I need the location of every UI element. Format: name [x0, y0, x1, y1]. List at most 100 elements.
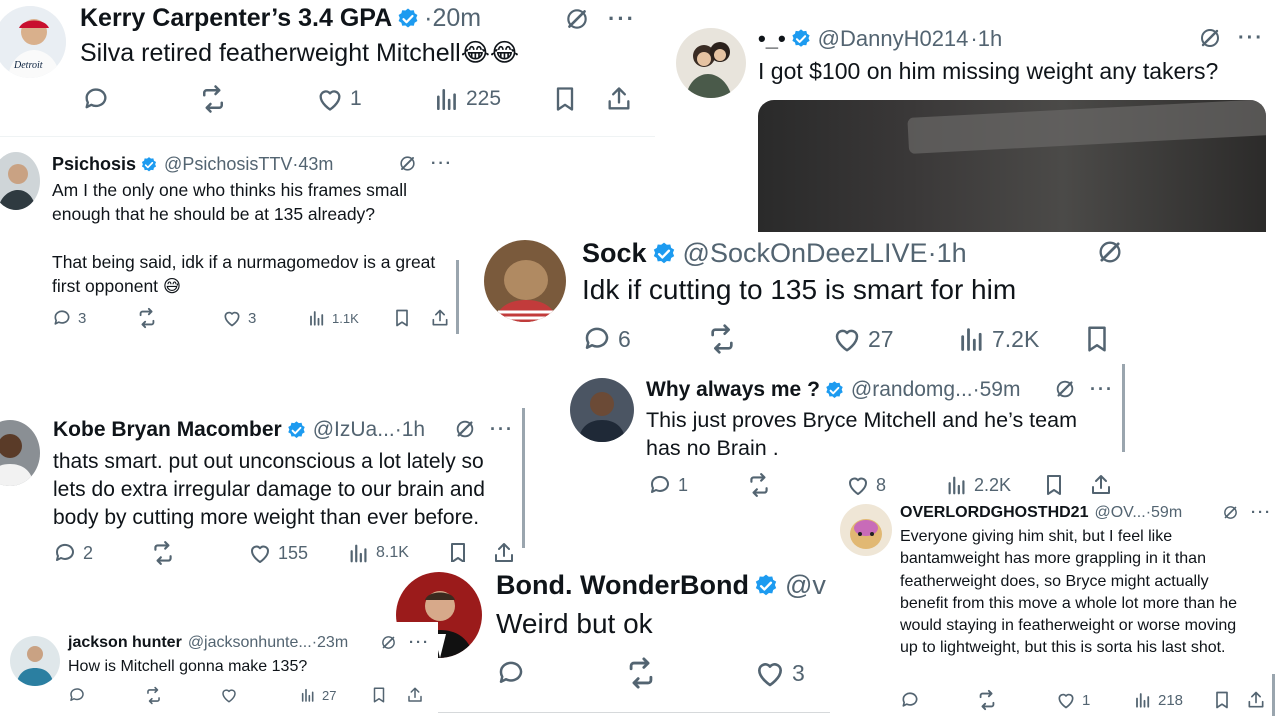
more-icon[interactable]: ··· [1090, 379, 1114, 400]
author-name[interactable]: Bond. WonderBond [496, 570, 749, 601]
more-icon[interactable]: ··· [490, 419, 514, 440]
more-icon[interactable]: ··· [608, 6, 636, 32]
like-button[interactable]: 27 [832, 324, 894, 354]
retweet-button[interactable] [198, 84, 228, 114]
grok-icon[interactable] [380, 634, 397, 651]
views-button[interactable]: 218 [1134, 691, 1183, 709]
views-button[interactable]: 8.1K [348, 542, 409, 564]
avatar[interactable] [570, 378, 634, 442]
grok-icon[interactable] [1198, 26, 1222, 50]
author-name[interactable]: Psichosis [52, 154, 136, 175]
tweet-bond[interactable]: Bond. WonderBond @v Weird but ok 3 [394, 562, 830, 714]
avatar[interactable] [0, 152, 40, 210]
scrollbar[interactable] [456, 260, 459, 334]
bookmark-button[interactable] [392, 308, 412, 328]
reply-button[interactable] [496, 658, 526, 688]
avatar[interactable] [10, 636, 60, 686]
views-button[interactable]: 1.1K [308, 309, 359, 327]
bookmark-button[interactable] [1042, 473, 1066, 497]
tweet-time[interactable]: ·59m [1146, 504, 1182, 522]
tweet-kerry[interactable]: Detroit Kerry Carpenter’s 3.4 GPA ·20m ·… [0, 0, 655, 136]
grok-icon[interactable] [398, 154, 417, 173]
retweet-button[interactable] [144, 686, 163, 705]
retweet-button[interactable] [136, 307, 158, 329]
tweet-time[interactable]: ·1h [970, 26, 1002, 52]
author-handle[interactable]: @OV... [1094, 504, 1145, 522]
share-button[interactable] [605, 85, 633, 113]
more-icon[interactable]: ··· [431, 155, 453, 173]
tweet-sock[interactable]: Sock @SockOnDeezLIVE ·1h Idk if cutting … [478, 232, 1150, 378]
scrollbar[interactable] [522, 408, 525, 548]
tweet-jackson[interactable]: jackson hunter @jacksonhunte... ·23m ···… [0, 622, 438, 720]
bookmark-button[interactable] [1082, 324, 1112, 354]
author-name[interactable]: •_• [758, 26, 786, 52]
views-button[interactable]: 7.2K [958, 325, 1039, 353]
tweet-time[interactable]: ·23m [312, 634, 348, 652]
author-handle[interactable]: @v [785, 570, 826, 601]
author-handle[interactable]: @jacksonhunte... [188, 634, 312, 652]
author-name[interactable]: Kerry Carpenter’s 3.4 GPA [80, 4, 392, 33]
views-button[interactable]: 27 [300, 687, 336, 703]
share-button[interactable] [430, 308, 450, 328]
author-name[interactable]: jackson hunter [68, 634, 182, 652]
like-button[interactable]: 155 [248, 541, 308, 565]
avatar[interactable] [676, 28, 746, 98]
author-name[interactable]: OVERLORDGHOSTHD21 [900, 504, 1088, 522]
tweet-overlord[interactable]: OVERLORDGHOSTHD21 @OV... ·59m ··· Everyo… [832, 496, 1280, 720]
like-button[interactable]: 1 [316, 85, 362, 113]
grok-icon[interactable] [1054, 378, 1076, 400]
like-button[interactable]: 3 [222, 308, 256, 328]
tweet-danny[interactable]: •_• @DannyH0214 ·1h ··· I got $100 on hi… [670, 14, 1280, 232]
tweet-time[interactable]: ·43m [292, 154, 333, 175]
author-handle[interactable]: @DannyH0214 [818, 26, 969, 52]
tweet-time[interactable]: ·1h [928, 238, 967, 269]
author-handle[interactable]: @SockOnDeezLIVE [683, 238, 928, 269]
scrollbar[interactable] [1122, 364, 1125, 452]
retweet-button[interactable] [624, 656, 658, 690]
author-handle[interactable]: @randomg... [851, 378, 973, 402]
reply-button[interactable] [68, 686, 86, 704]
like-button[interactable]: 1 [1056, 690, 1090, 710]
tweet-media[interactable] [758, 100, 1266, 232]
like-button[interactable]: 8 [846, 473, 886, 497]
avatar[interactable]: Detroit [0, 6, 66, 78]
more-icon[interactable]: ··· [1251, 504, 1272, 521]
scrollbar[interactable] [1272, 674, 1275, 716]
reply-button[interactable] [900, 690, 920, 710]
retweet-button[interactable] [976, 689, 998, 711]
tweet-time[interactable]: ·59m [973, 378, 1021, 402]
tweet-time[interactable]: ·1h [395, 418, 425, 442]
reply-button[interactable]: 3 [52, 308, 86, 328]
grok-icon[interactable] [1096, 238, 1124, 266]
like-button[interactable] [220, 686, 238, 704]
bookmark-button[interactable] [551, 85, 579, 113]
bookmark-button[interactable] [1212, 690, 1232, 710]
share-button[interactable] [1089, 473, 1113, 497]
avatar[interactable] [840, 504, 892, 556]
tweet-why-always-me[interactable]: Why always me ? @randomg... ·59m ··· Thi… [556, 364, 1130, 504]
tweet-time[interactable]: ·20m [424, 4, 481, 33]
views-button[interactable]: 225 [434, 86, 501, 112]
retweet-button[interactable] [706, 323, 738, 355]
grok-icon[interactable] [564, 6, 590, 32]
reply-button[interactable]: 2 [53, 541, 93, 565]
share-button[interactable] [406, 686, 424, 704]
retweet-button[interactable] [150, 540, 176, 566]
author-name[interactable]: Sock [582, 238, 647, 269]
more-icon[interactable]: ··· [409, 634, 430, 651]
avatar[interactable] [484, 240, 566, 322]
grok-icon[interactable] [1222, 504, 1239, 521]
author-name[interactable]: Kobe Bryan Macomber [53, 418, 282, 442]
like-button[interactable]: 3 [754, 657, 805, 689]
reply-button[interactable]: 1 [648, 473, 688, 497]
grok-icon[interactable] [454, 418, 476, 440]
bookmark-button[interactable] [370, 686, 388, 704]
reply-button[interactable]: 6 [582, 324, 631, 354]
author-handle[interactable]: @PsichosisTTV [164, 154, 292, 175]
tweet-psichosis[interactable]: Psichosis @PsichosisTTV ·43m ··· Am I th… [0, 144, 462, 338]
views-button[interactable]: 2.2K [946, 474, 1011, 496]
retweet-button[interactable] [746, 472, 772, 498]
author-name[interactable]: Why always me ? [646, 378, 820, 402]
author-handle[interactable]: @IzUa... [313, 418, 395, 442]
reply-button[interactable] [82, 85, 110, 113]
